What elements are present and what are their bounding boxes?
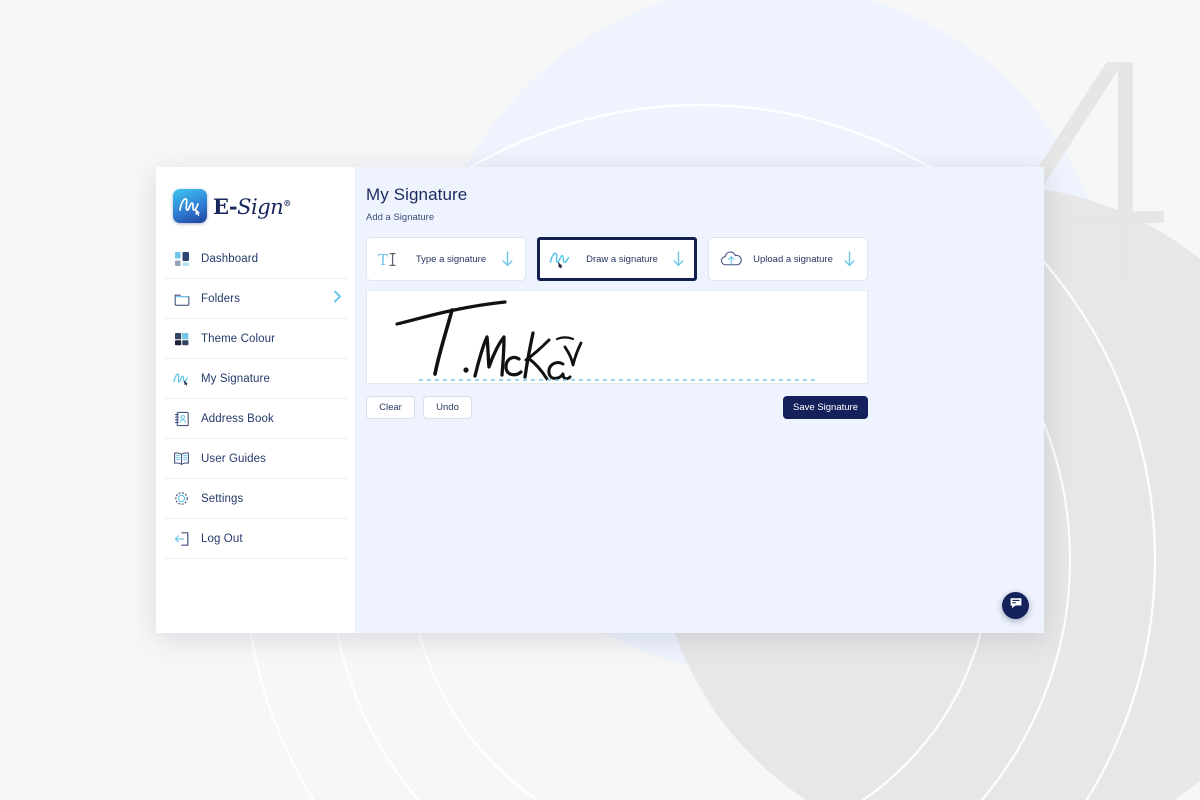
chat-messenger-button[interactable] [1002, 592, 1029, 619]
app-logo[interactable]: E-Sign® [164, 167, 348, 239]
save-signature-button[interactable]: Save Signature [783, 396, 868, 419]
chevron-right-icon[interactable] [333, 290, 342, 308]
sidebar-item-label: My Signature [201, 372, 270, 385]
tab-label: Draw a signature [586, 253, 658, 265]
tab-draw-a-signature[interactable]: Draw a signature [537, 237, 697, 281]
svg-text:T: T [378, 251, 388, 268]
sidebar-item-user-guides[interactable]: User Guides [164, 439, 348, 479]
theme-swatch-icon [173, 330, 190, 347]
logo-word-e: E- [213, 193, 238, 219]
sidebar-item-label: Address Book [201, 412, 274, 425]
logo-wordmark: E-Sign® [213, 194, 291, 219]
sidebar-item-folders[interactable]: Folders [164, 279, 348, 319]
sidebar-item-dashboard[interactable]: Dashboard [164, 239, 348, 279]
cloud-upload-icon [720, 250, 744, 269]
page-title: My Signature [366, 185, 468, 204]
signature-method-tabs: T Type a signature Draw a signature Uplo… [366, 237, 1044, 281]
signature-scribble-icon [173, 370, 190, 387]
signature-ink [395, 300, 817, 381]
main-content: My Signature Add a Signature T Type a si… [356, 167, 1044, 633]
sidebar-item-my-signature[interactable]: My Signature [164, 359, 348, 399]
address-book-icon [173, 410, 190, 427]
open-book-icon [173, 450, 190, 467]
signature-actions: Clear Undo Save Signature [366, 396, 868, 419]
down-arrow-icon[interactable] [671, 250, 685, 268]
sidebar-item-log-out[interactable]: Log Out [164, 519, 348, 559]
text-cursor-icon: T [378, 251, 402, 268]
logout-arrow-icon [173, 530, 190, 547]
tab-label: Type a signature [415, 253, 487, 265]
sidebar-item-address-book[interactable]: Address Book [164, 399, 348, 439]
logo-word-sign: Sign [237, 194, 284, 219]
sidebar-item-theme-colour[interactable]: Theme Colour [164, 319, 348, 359]
down-arrow-icon[interactable] [842, 250, 856, 268]
folder-icon [173, 290, 190, 307]
sidebar-item-settings[interactable]: Settings [164, 479, 348, 519]
sidebar-item-label: Theme Colour [201, 332, 276, 345]
tab-upload-a-signature[interactable]: Upload a signature [708, 237, 868, 281]
page-subtitle: Add a Signature [366, 212, 435, 223]
logo-registered-mark: ® [283, 197, 291, 208]
sidebar: E-Sign® Dashboard Folders Theme Colour M… [156, 167, 356, 633]
esign-signature-logo-icon [173, 189, 207, 223]
sidebar-item-label: Dashboard [201, 252, 259, 265]
tab-label: Upload a signature [753, 253, 833, 265]
sidebar-item-label: User Guides [201, 452, 267, 465]
undo-button[interactable]: Undo [423, 396, 472, 419]
sidebar-item-label: Log Out [201, 532, 243, 545]
signature-draw-canvas[interactable] [366, 290, 868, 384]
sidebar-item-label: Settings [201, 492, 244, 505]
chat-messenger-icon [1009, 596, 1023, 615]
sidebar-item-label: Folders [201, 292, 241, 305]
tab-type-a-signature[interactable]: T Type a signature [366, 237, 526, 281]
draw-scribble-icon [549, 250, 573, 268]
app-window: E-Sign® Dashboard Folders Theme Colour M… [156, 167, 1044, 633]
gear-icon [173, 490, 190, 507]
dashboard-grid-icon [173, 250, 190, 267]
down-arrow-icon[interactable] [500, 250, 514, 268]
clear-button[interactable]: Clear [366, 396, 415, 419]
